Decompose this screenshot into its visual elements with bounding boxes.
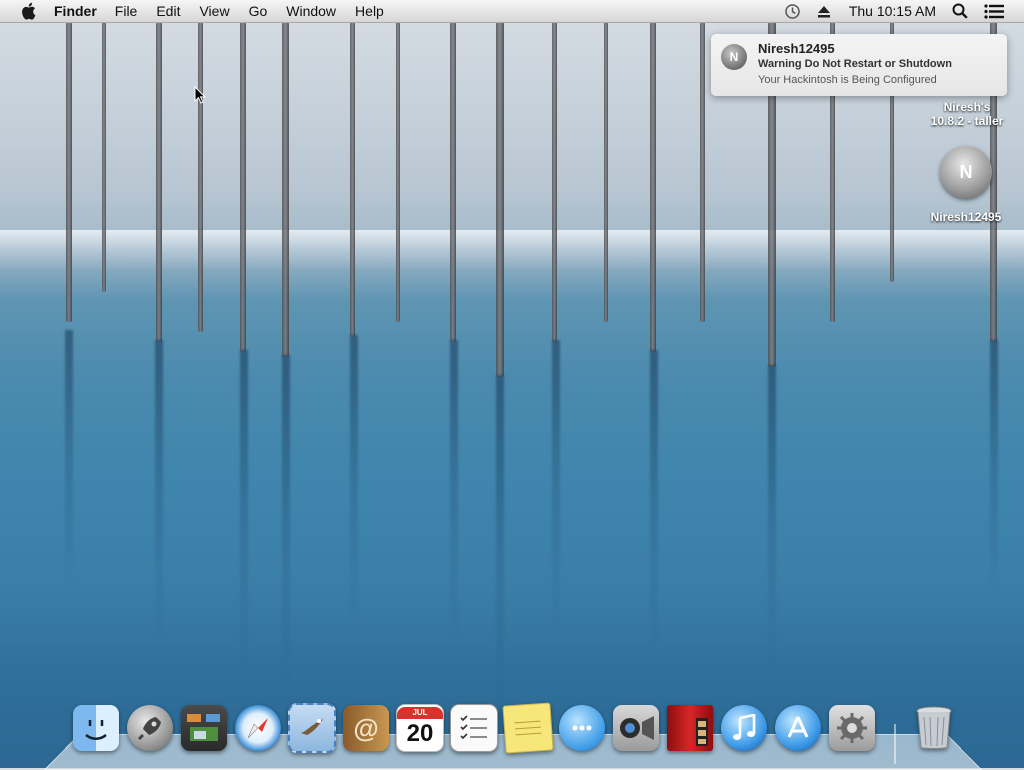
- niresh-logo-icon: N: [721, 44, 747, 70]
- menu-window[interactable]: Window: [286, 3, 336, 19]
- tree-reflection: [65, 330, 73, 590]
- dock-safari[interactable]: [234, 704, 282, 752]
- tree-trunk: [552, 22, 557, 342]
- dock-calendar[interactable]: JUL 20: [396, 704, 444, 752]
- tree-trunk: [282, 22, 289, 357]
- mouse-pointer-icon: [194, 85, 207, 109]
- menu-help[interactable]: Help: [355, 3, 384, 19]
- facetime-camera-icon: [613, 705, 659, 751]
- time-machine-icon[interactable]: [784, 3, 801, 20]
- installer-label-line1: Niresh's: [943, 100, 991, 114]
- compass-icon: [235, 705, 281, 751]
- tree-trunk: [350, 22, 355, 337]
- tree-reflection: [282, 355, 290, 685]
- menu-go[interactable]: Go: [249, 3, 268, 19]
- menu-app-name[interactable]: Finder: [54, 3, 97, 19]
- dock-launchpad[interactable]: [126, 704, 174, 752]
- tree-trunk: [650, 22, 656, 352]
- tree-trunk: [102, 22, 106, 292]
- menu-extras: Thu 10:15 AM: [768, 0, 1024, 22]
- tree-reflection: [155, 340, 163, 640]
- tree-reflection: [496, 375, 504, 705]
- music-note-icon: [721, 705, 767, 751]
- tree-reflection: [350, 335, 358, 625]
- address-book-icon: @: [343, 705, 389, 751]
- installer-label-line2: 10.8.2 - taller: [930, 114, 1004, 128]
- menu-bar: Finder File Edit View Go Window Help Thu…: [0, 0, 1024, 23]
- dock-itunes[interactable]: [720, 704, 768, 752]
- tree-trunk: [66, 22, 72, 322]
- apple-menu-icon[interactable]: [18, 1, 38, 21]
- reminders-icon: [450, 704, 498, 752]
- snow-bank: [0, 230, 1024, 270]
- calendar-icon: JUL 20: [396, 704, 444, 752]
- dock-system-preferences[interactable]: [828, 704, 876, 752]
- dock-reminders[interactable]: [450, 704, 498, 752]
- dock-separator: [894, 724, 896, 764]
- tree-trunk: [396, 22, 400, 322]
- dock-trash[interactable]: [910, 704, 958, 752]
- dock-contacts[interactable]: @: [342, 704, 390, 752]
- tree-trunk: [604, 22, 608, 322]
- tree-trunk: [156, 22, 162, 342]
- tree-trunk: [700, 22, 705, 322]
- desktop-icon-installer[interactable]: Niresh's 10.8.2 - taller: [925, 100, 1009, 128]
- finder-icon: [73, 705, 119, 751]
- tree-trunk: [496, 22, 504, 377]
- notification-banner[interactable]: N Niresh12495 Warning Do Not Restart or …: [711, 34, 1007, 96]
- mission-control-icon: [181, 705, 227, 751]
- menu-view[interactable]: View: [199, 3, 229, 19]
- dock-facetime[interactable]: [612, 704, 660, 752]
- notification-title: Niresh12495: [758, 41, 835, 56]
- mail-stamp-icon: [288, 703, 336, 753]
- dock-mission-control[interactable]: [180, 704, 228, 752]
- dock-finder[interactable]: [72, 704, 120, 752]
- tree-reflection: [450, 340, 458, 640]
- desktop-disk-label[interactable]: Niresh12495: [918, 210, 1014, 224]
- desktop-wallpaper: [0, 0, 1024, 768]
- calendar-month: JUL: [397, 707, 443, 719]
- calendar-day: 20: [406, 720, 434, 747]
- notification-body: Your Hackintosh is Being Configured: [758, 74, 937, 86]
- tree-trunk: [450, 22, 456, 342]
- notes-icon: [502, 702, 554, 754]
- eject-icon[interactable]: [817, 5, 831, 18]
- menu-clock[interactable]: Thu 10:15 AM: [849, 3, 936, 19]
- trash-can-icon: [911, 705, 957, 751]
- tree-reflection: [240, 350, 248, 670]
- rocket-icon: [127, 705, 173, 751]
- gear-icon: [829, 705, 875, 751]
- spotlight-search-icon[interactable]: [952, 3, 968, 19]
- tree-reflection: [552, 340, 560, 630]
- dock-app-store[interactable]: [774, 704, 822, 752]
- tree-reflection: [990, 340, 998, 600]
- dock-notes[interactable]: [502, 702, 554, 754]
- menu-edit[interactable]: Edit: [156, 3, 180, 19]
- notification-center-icon[interactable]: [984, 3, 1004, 19]
- tree-reflection: [650, 350, 658, 650]
- dock-mail[interactable]: [288, 703, 336, 753]
- menu-file[interactable]: File: [115, 3, 138, 19]
- hard-disk-icon[interactable]: N: [940, 146, 992, 198]
- speech-bubble-icon: [559, 705, 605, 751]
- notification-subtitle: Warning Do Not Restart or Shutdown: [758, 58, 952, 70]
- tree-trunk: [240, 22, 246, 352]
- photo-booth-icon: [667, 705, 713, 751]
- tree-reflection: [768, 365, 776, 665]
- dock-messages[interactable]: [558, 704, 606, 752]
- app-store-icon: [775, 705, 821, 751]
- tree-trunk: [198, 22, 203, 332]
- dock-photo-booth[interactable]: [666, 704, 714, 752]
